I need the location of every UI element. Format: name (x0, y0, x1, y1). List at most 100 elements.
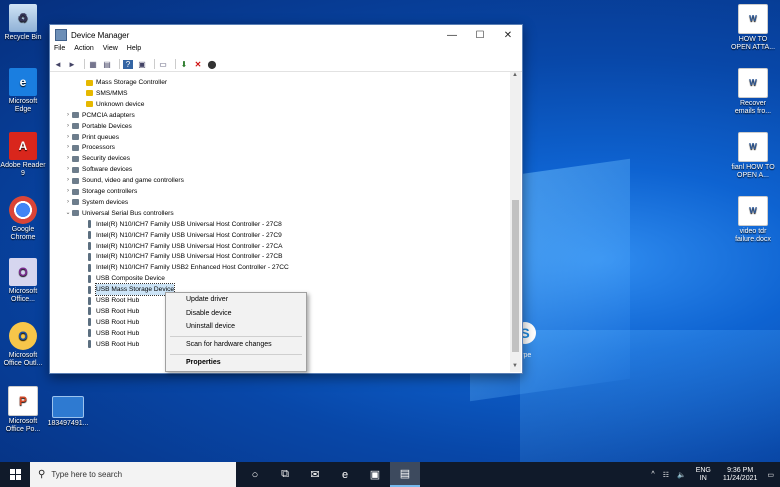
tree-row[interactable]: Intel(R) N10/ICH7 Family USB Universal H… (86, 241, 283, 252)
task-view-icon[interactable]: ⧉ (270, 462, 300, 487)
tree-row[interactable]: USB Root Hub (86, 339, 139, 350)
scrollbar-thumb[interactable] (512, 200, 519, 352)
tree-row[interactable]: › Processors (64, 142, 115, 153)
tree-row-label: USB Root Hub (96, 329, 140, 337)
forward-icon[interactable]: ► (67, 60, 77, 69)
tree-row[interactable]: SMS/MMS (86, 88, 128, 99)
desktop-icon-label: Microsoft Office... (8, 288, 38, 303)
maximize-button[interactable]: ☐ (466, 30, 494, 41)
language-indicator[interactable]: ENG IN (696, 467, 711, 483)
tree-row[interactable]: › Print queues (64, 132, 119, 143)
tree-row-label: Intel(R) N10/ICH7 Family USB Universal H… (96, 242, 283, 250)
tree-row[interactable]: USB Root Hub (86, 306, 139, 317)
tree-row-label: USB Mass Storage Device (94, 283, 176, 297)
mail-icon[interactable]: ✉ (300, 462, 330, 487)
desktop-doc-icon-1[interactable]: W Recover emails fro... (730, 68, 776, 116)
uninstall-icon[interactable]: ✕ (193, 60, 203, 69)
uninstall-device-item[interactable]: Uninstall device (186, 321, 235, 333)
expander-icon[interactable]: › (64, 110, 72, 121)
menu-action[interactable]: Action (74, 45, 93, 57)
view-icon[interactable]: ▣ (137, 60, 147, 69)
menu-separator (170, 336, 302, 337)
taskbar-search-box[interactable]: ⚲ Type here to search (30, 462, 236, 487)
desktop-icon-0[interactable]: ♻ Recycle Bin (0, 4, 46, 42)
desktop-icon-5[interactable]: O Microsoft Office Outl... (0, 322, 46, 368)
tree-row[interactable]: USB Root Hub (86, 317, 139, 328)
clock[interactable]: 9:36 PM 11/24/2021 (723, 467, 758, 483)
volume-icon[interactable]: 🔈 (677, 471, 686, 479)
tree-row[interactable]: Intel(R) N10/ICH7 Family USB Universal H… (86, 219, 282, 230)
desktop-doc-icon-3[interactable]: Wvideo tdr failure.docx (730, 196, 776, 244)
tree-row[interactable]: › Security devices (64, 153, 130, 164)
expander-icon[interactable]: › (64, 132, 72, 143)
desktop-file-icon[interactable]: 183497491... (44, 396, 92, 428)
tree-row[interactable]: USB Root Hub (86, 295, 139, 306)
device-manager-icon[interactable]: ▤ (390, 462, 420, 487)
desktop-doc-icon-0[interactable]: W HOW TO OPEN ATTA... (730, 4, 776, 52)
tree-row[interactable]: USB Mass Storage Device (86, 283, 176, 297)
desktop-doc-icon-2[interactable]: Wfianl HOW TO OPEN A... (730, 132, 776, 180)
tree-row[interactable]: › Software devices (64, 164, 132, 175)
expander-icon[interactable]: › (64, 121, 72, 132)
update-driver-item[interactable]: Update driver (186, 294, 228, 306)
tree-row[interactable]: › PCMCIA adapters (64, 110, 135, 121)
vertical-scrollbar[interactable]: ▲ ▼ (510, 72, 521, 372)
desktop-icon-6[interactable]: P Microsoft Office Po... (0, 386, 46, 434)
tree-row[interactable]: Intel(R) N10/ICH7 Family USB Universal H… (86, 230, 282, 241)
tree-row-label: Intel(R) N10/ICH7 Family USB Universal H… (96, 220, 282, 228)
network-icon[interactable]: ☷ (663, 471, 669, 479)
show-hide-tree-icon[interactable]: ▦ (88, 60, 98, 69)
desktop-icon-2[interactable]: A Adobe Reader 9 (0, 132, 46, 178)
tree-row[interactable]: Mass Storage Controller (86, 77, 167, 88)
expander-icon[interactable]: ⌄ (64, 208, 72, 219)
tree-row[interactable]: Unknown device (86, 99, 144, 110)
expander-icon[interactable]: › (64, 175, 72, 186)
tree-row[interactable]: › System devices (64, 197, 128, 208)
system-tray: ^ ☷ 🔈 ENG IN 9:36 PM 11/24/2021 ▭ (647, 462, 780, 487)
properties-icon[interactable]: ▤ (102, 60, 112, 69)
cortana-icon[interactable]: ○ (240, 462, 270, 487)
desktop-icon-3[interactable]: Google Chrome (0, 196, 46, 242)
region-code: IN (699, 474, 707, 482)
desktop-icon-label: Adobe Reader 9 (0, 162, 46, 177)
tree-row[interactable]: › Storage controllers (64, 186, 137, 197)
desktop-icon-1[interactable]: e Microsoft Edge (0, 68, 46, 114)
word-doc-icon: W (738, 196, 768, 226)
enable-device-icon[interactable]: ⬤ (207, 60, 217, 69)
scan-hardware-item[interactable]: Scan for hardware changes (186, 339, 272, 351)
disable-device-item[interactable]: Disable device (186, 308, 232, 320)
update-driver-icon[interactable]: ⬇ (179, 60, 189, 69)
tree-row[interactable]: › Portable Devices (64, 121, 132, 132)
scan-hardware-icon[interactable]: ▭ (158, 60, 168, 69)
expander-icon[interactable]: › (64, 197, 72, 208)
tree-row[interactable]: Intel(R) N10/ICH7 Family USB Universal H… (86, 251, 283, 262)
store-icon[interactable]: ▣ (360, 462, 390, 487)
tree-row[interactable]: ⌄ Universal Serial Bus controllers (64, 208, 173, 219)
show-hidden-icons-icon[interactable]: ^ (651, 471, 654, 478)
expander-icon[interactable]: › (64, 186, 72, 197)
notification-icon[interactable]: ▭ (767, 471, 774, 479)
scroll-up-icon[interactable]: ▲ (512, 72, 518, 78)
close-button[interactable]: ✕ (494, 30, 522, 41)
start-button[interactable] (0, 462, 30, 487)
expander-icon[interactable]: › (64, 142, 72, 153)
properties-item[interactable]: Properties (186, 357, 221, 369)
desktop-icon-4[interactable]: O Microsoft Office... (0, 258, 46, 304)
back-icon[interactable]: ◄ (53, 60, 63, 69)
expander-icon[interactable]: › (64, 164, 72, 175)
scroll-down-icon[interactable]: ▼ (512, 363, 518, 369)
clock-date: 11/24/2021 (722, 474, 758, 482)
tree-row[interactable]: USB Composite Device (86, 273, 165, 284)
help-icon[interactable]: ? (123, 59, 133, 69)
menu-view[interactable]: View (103, 45, 118, 57)
menu-help[interactable]: Help (127, 45, 141, 57)
expander-icon[interactable]: › (64, 153, 72, 164)
menu-file[interactable]: File (54, 45, 65, 57)
edge-icon[interactable]: e (330, 462, 360, 487)
title-bar[interactable]: Device Manager — ☐ ✕ (50, 25, 522, 45)
device-icon (86, 79, 93, 86)
minimize-button[interactable]: — (438, 30, 466, 41)
tree-row[interactable]: Intel(R) N10/ICH7 Family USB2 Enhanced H… (86, 262, 289, 273)
tree-row[interactable]: USB Root Hub (86, 328, 139, 339)
tree-row[interactable]: › Sound, video and game controllers (64, 175, 184, 186)
